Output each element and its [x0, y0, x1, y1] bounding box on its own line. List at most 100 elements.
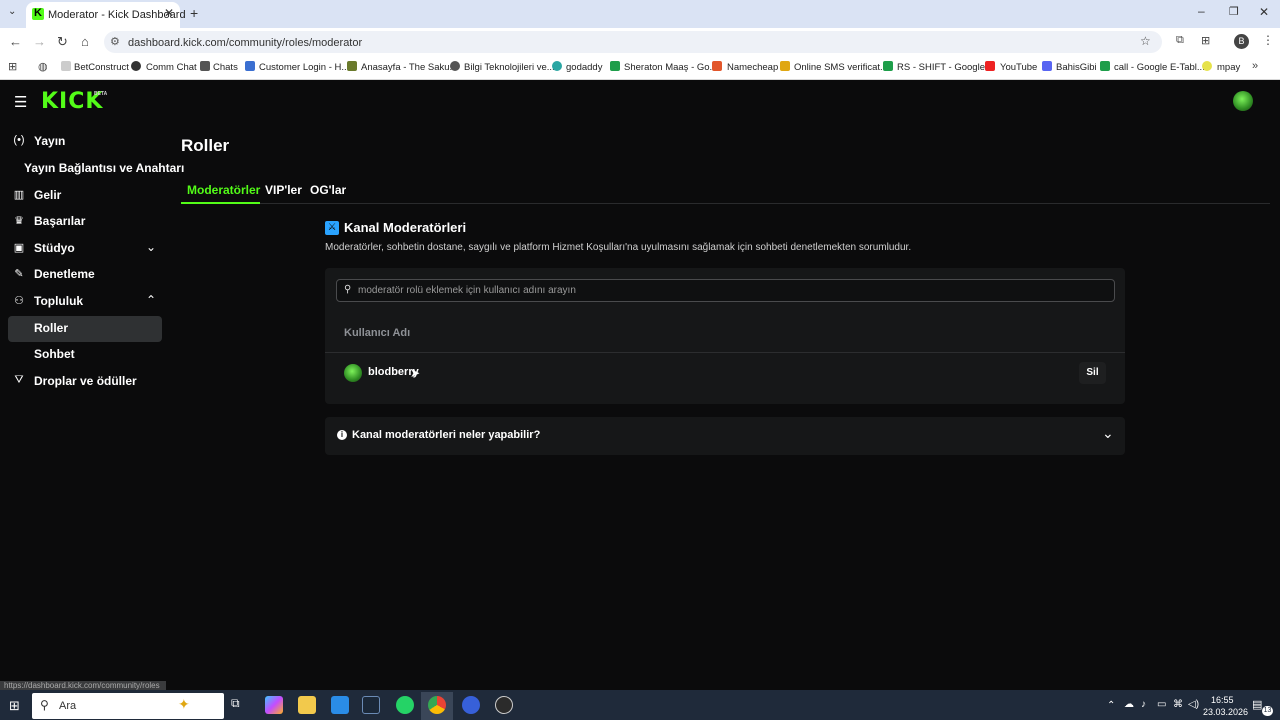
- studio-icon: ▣: [13, 242, 25, 254]
- microphone-icon[interactable]: ♪: [1141, 699, 1146, 710]
- notifications-icon[interactable]: ▤: [1252, 698, 1262, 711]
- bookmark-globe-icon[interactable]: ◍: [38, 60, 48, 73]
- tab-ogs[interactable]: OG'lar: [310, 183, 346, 197]
- sidebar-item-studyo[interactable]: ▣ Stüdyo ⌄: [8, 236, 162, 262]
- bookmark-item[interactable]: RS - SHIFT - Google...: [897, 62, 993, 73]
- browser-tab[interactable]: Moderator - Kick Dashboard ✕: [26, 2, 186, 28]
- clock-time[interactable]: 16:55: [1211, 695, 1234, 705]
- apps-grid-icon[interactable]: ⊞: [8, 60, 17, 73]
- tab-moderators[interactable]: Moderatörler: [187, 183, 260, 197]
- steam-icon[interactable]: [362, 696, 380, 714]
- menu-dots-icon[interactable]: ⋮: [1262, 33, 1274, 47]
- table-row: blodberry Sil: [325, 360, 1125, 386]
- bookmark-item[interactable]: BetConstruct: [74, 62, 129, 73]
- chevron-down-icon: ⌄: [1102, 425, 1114, 441]
- trophy-icon: ♛: [14, 215, 24, 227]
- bookmark-item[interactable]: YouTube: [1000, 62, 1037, 73]
- close-tab-icon[interactable]: ✕: [164, 6, 174, 20]
- search-placeholder: moderatör rolü eklemek için kullanıcı ad…: [358, 285, 576, 296]
- sidebar-item-basarilar[interactable]: ♛ Başarılar: [8, 209, 162, 235]
- sidebar-item-label: Yayın: [34, 134, 66, 148]
- bookmark-item[interactable]: BahisGibi: [1056, 62, 1097, 73]
- sidebar-item-label: Stüdyo: [34, 241, 75, 255]
- bookmark-star-icon[interactable]: ☆: [1140, 34, 1151, 48]
- taskbar-search[interactable]: ⚲ Ara ✦: [32, 693, 224, 719]
- restore-icon[interactable]: ❐: [1229, 5, 1239, 18]
- bookmark-item[interactable]: Sheraton Maaş - Go...: [624, 62, 717, 73]
- close-window-icon[interactable]: ✕: [1259, 5, 1269, 19]
- taskbar-search-label: Ara: [59, 700, 77, 712]
- site-info-icon[interactable]: ⚙: [110, 35, 120, 48]
- sidebar-item-gelir[interactable]: ▥ Gelir: [8, 183, 162, 209]
- tab-vips[interactable]: VIP'ler: [265, 183, 302, 197]
- moderator-search-input[interactable]: ⚲ moderatör rolü eklemek için kullanıcı …: [336, 279, 1115, 302]
- copilot-app-icon[interactable]: [265, 696, 283, 714]
- bookmark-item[interactable]: call - Google E-Tabl...: [1114, 62, 1205, 73]
- page-title: Roller: [181, 136, 230, 155]
- minimize-icon[interactable]: –: [1198, 4, 1205, 18]
- tray-chevron-icon[interactable]: ⌃: [1107, 700, 1115, 711]
- bookmark-icon: [610, 61, 620, 71]
- kick-favicon-icon: [32, 7, 44, 20]
- new-tab-button[interactable]: +: [190, 5, 198, 21]
- remove-moderator-button[interactable]: Sil: [1079, 362, 1106, 384]
- sidebar-item-stream-key[interactable]: Yayın Bağlantısı ve Anahtarı: [8, 156, 184, 182]
- clock-date[interactable]: 23.03.2026: [1203, 707, 1248, 717]
- bookmark-item[interactable]: godaddy: [566, 62, 602, 73]
- whatsapp-icon[interactable]: [396, 696, 414, 714]
- bookmark-item[interactable]: Chats: [213, 62, 238, 73]
- hamburger-menu-icon[interactable]: ☰: [14, 93, 27, 111]
- reload-icon[interactable]: ↻: [57, 34, 68, 50]
- sidebar-item-droplar[interactable]: ⛛ Droplar ve ödüller: [8, 369, 162, 395]
- network-icon[interactable]: ⌘: [1173, 699, 1183, 710]
- url-text: dashboard.kick.com/community/roles/moder…: [128, 37, 363, 49]
- faq-accordion[interactable]: i Kanal moderatörleri neler yapabilir? ⌄: [325, 417, 1125, 455]
- sidebar-item-sohbet[interactable]: Sohbet: [8, 342, 162, 368]
- section-description: Moderatörler, sohbetin dostane, saygılı …: [325, 242, 912, 253]
- sidebar-item-denetleme[interactable]: ✎ Denetleme: [8, 262, 162, 288]
- bookmark-icon: [61, 61, 71, 71]
- profile-avatar[interactable]: B: [1234, 34, 1249, 49]
- chrome-icon[interactable]: [428, 696, 446, 714]
- puzzle-icon[interactable]: ⊞: [1201, 34, 1210, 47]
- back-icon[interactable]: ←: [9, 34, 22, 49]
- forward-icon[interactable]: →: [33, 34, 46, 49]
- monitor-icon[interactable]: ▭: [1157, 699, 1166, 710]
- bookmark-item[interactable]: Online SMS verificat...: [794, 62, 888, 73]
- sidebar-item-roller[interactable]: Roller: [8, 316, 162, 342]
- sidebar-item-label: Roller: [34, 321, 69, 335]
- search-icon: ⚲: [40, 698, 49, 712]
- sidebar-item-label: Denetleme: [34, 267, 95, 281]
- bookmark-item[interactable]: Bilgi Teknolojileri ve...: [464, 62, 555, 73]
- more-bookmarks-icon[interactable]: »: [1252, 60, 1258, 72]
- browser-app-icon[interactable]: [462, 696, 480, 714]
- task-view-icon[interactable]: ⧉: [231, 696, 249, 714]
- app-icon[interactable]: [495, 696, 513, 714]
- bookmark-item[interactable]: mpay: [1217, 62, 1240, 73]
- file-explorer-icon[interactable]: [298, 696, 316, 714]
- windows-start-icon[interactable]: ⊞: [9, 698, 20, 714]
- bookmark-item[interactable]: Anasayfa - The Saku...: [361, 62, 457, 73]
- broadcast-icon: (•): [13, 134, 25, 146]
- bookmark-icon: [1100, 61, 1110, 71]
- bookmark-icon: [1202, 61, 1212, 71]
- bookmark-item[interactable]: Customer Login - H...: [259, 62, 349, 73]
- store-icon[interactable]: [331, 696, 349, 714]
- sidebar-item-label: Droplar ve ödüller: [34, 374, 137, 388]
- cloud-icon[interactable]: ☁: [1124, 699, 1134, 710]
- chevron-down-icon: ⌄: [146, 240, 157, 254]
- user-avatar[interactable]: [1233, 91, 1253, 111]
- bookmark-item[interactable]: Namecheap: [727, 62, 778, 73]
- info-icon: i: [337, 430, 347, 440]
- youtube-icon: [985, 61, 995, 71]
- volume-icon[interactable]: ◁): [1188, 699, 1199, 710]
- chart-icon: ▥: [13, 189, 25, 201]
- bookmark-item[interactable]: Comm Chat: [146, 62, 197, 73]
- extensions-icon[interactable]: ⧉: [1176, 34, 1184, 47]
- sidebar-item-yayin[interactable]: (•) Yayın: [8, 129, 162, 155]
- sidebar-item-topluluk[interactable]: ⚇ Topluluk ⌃: [8, 289, 162, 315]
- tabs-divider: [181, 203, 1270, 204]
- home-icon[interactable]: ⌂: [81, 34, 89, 49]
- bookmark-icon: [712, 61, 722, 71]
- tab-list-icon[interactable]: ⌄: [8, 6, 16, 17]
